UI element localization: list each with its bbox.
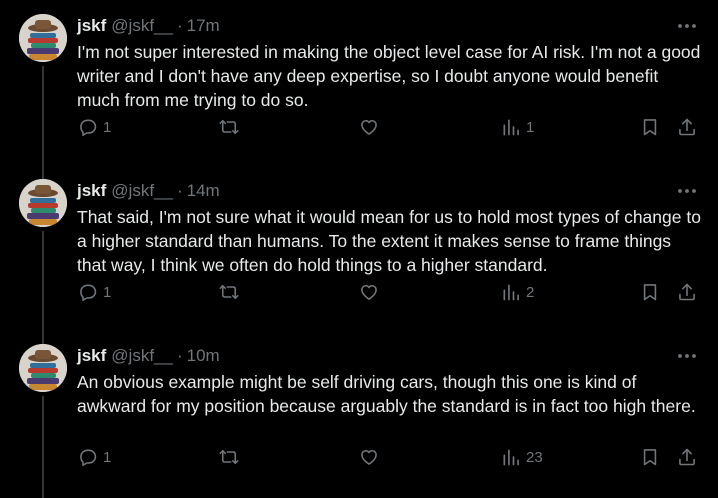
views-button[interactable]: 23	[501, 444, 543, 470]
share-button[interactable]	[677, 279, 697, 305]
share-button[interactable]	[677, 114, 697, 140]
separator: ·	[176, 181, 183, 200]
thread-line	[42, 330, 44, 344]
repost-icon	[219, 284, 239, 300]
bookmark-icon	[643, 119, 657, 136]
tweet-text: That said, I'm not sure what it would me…	[77, 207, 701, 275]
reply-button[interactable]: 1	[78, 279, 111, 305]
author-name[interactable]: jskf	[77, 346, 106, 366]
timestamp[interactable]: 10m	[187, 346, 220, 366]
heart-icon	[361, 449, 377, 465]
reply-icon	[80, 284, 97, 301]
tweet-text: An obvious example might be self driving…	[77, 372, 696, 416]
tweet-actions: 1	[0, 114, 718, 140]
views-icon	[503, 119, 519, 136]
bookmark-icon	[643, 284, 657, 301]
reply-count: 1	[103, 448, 112, 466]
reply-icon	[80, 119, 97, 136]
bookmark-button[interactable]	[640, 114, 660, 140]
views-count: 23	[526, 448, 543, 466]
reply-count: 1	[103, 283, 112, 301]
views-icon	[503, 449, 519, 466]
tweet-thread: jskf @jskf__ · 17m I'm not super interes…	[0, 0, 718, 498]
like-button[interactable]	[359, 114, 384, 140]
repost-icon	[219, 119, 239, 135]
heart-icon	[361, 284, 377, 300]
views-count: 1	[526, 118, 535, 136]
bookmark-icon	[643, 449, 657, 466]
views-icon	[503, 284, 519, 301]
author-handle[interactable]: @jskf__	[111, 181, 173, 201]
tweet-text: I'm not super interested in making the o…	[77, 42, 701, 110]
tweet[interactable]: jskf @jskf__ · 10m An obvious example mi…	[0, 330, 718, 498]
share-icon	[679, 283, 695, 301]
separator: ·	[176, 346, 183, 365]
more-icon	[678, 189, 696, 193]
share-icon	[679, 118, 695, 136]
tweet-header: jskf @jskf__ · 10m	[77, 344, 220, 368]
heart-icon	[361, 119, 377, 135]
share-icon	[679, 448, 695, 466]
repost-button[interactable]	[218, 114, 245, 140]
tweet-header: jskf @jskf__ · 17m	[77, 14, 220, 38]
author-name[interactable]: jskf	[77, 16, 106, 36]
more-icon	[678, 354, 696, 358]
views-button[interactable]: 1	[501, 114, 534, 140]
timestamp[interactable]: 17m	[187, 16, 220, 36]
author-name[interactable]: jskf	[77, 181, 106, 201]
tweet-actions: 1	[0, 444, 718, 470]
separator: ·	[176, 16, 183, 35]
avatar[interactable]	[19, 344, 67, 392]
repost-icon	[219, 449, 239, 465]
more-options-button[interactable]	[672, 16, 702, 36]
tweet[interactable]: jskf @jskf__ · 17m I'm not super interes…	[0, 0, 718, 165]
bookmark-button[interactable]	[640, 279, 660, 305]
timestamp[interactable]: 14m	[187, 181, 220, 201]
views-count: 2	[526, 283, 535, 301]
tweet-actions: 1	[0, 279, 718, 305]
reply-button[interactable]: 1	[78, 114, 111, 140]
like-button[interactable]	[359, 444, 384, 470]
views-button[interactable]: 2	[501, 279, 534, 305]
tweet[interactable]: jskf @jskf__ · 14m That said, I'm not su…	[0, 165, 718, 330]
author-handle[interactable]: @jskf__	[111, 346, 173, 366]
share-button[interactable]	[677, 444, 697, 470]
avatar[interactable]	[19, 14, 67, 62]
tweet-header: jskf @jskf__ · 14m	[77, 179, 220, 203]
repost-button[interactable]	[218, 444, 245, 470]
repost-button[interactable]	[218, 279, 245, 305]
like-button[interactable]	[359, 279, 384, 305]
reply-button[interactable]: 1	[78, 444, 111, 470]
reply-count: 1	[103, 118, 112, 136]
thread-line	[42, 165, 44, 179]
more-icon	[678, 24, 696, 28]
author-handle[interactable]: @jskf__	[111, 16, 173, 36]
reply-icon	[80, 449, 97, 466]
avatar[interactable]	[19, 179, 67, 227]
bookmark-button[interactable]	[640, 444, 660, 470]
more-options-button[interactable]	[672, 346, 702, 366]
more-options-button[interactable]	[672, 181, 702, 201]
